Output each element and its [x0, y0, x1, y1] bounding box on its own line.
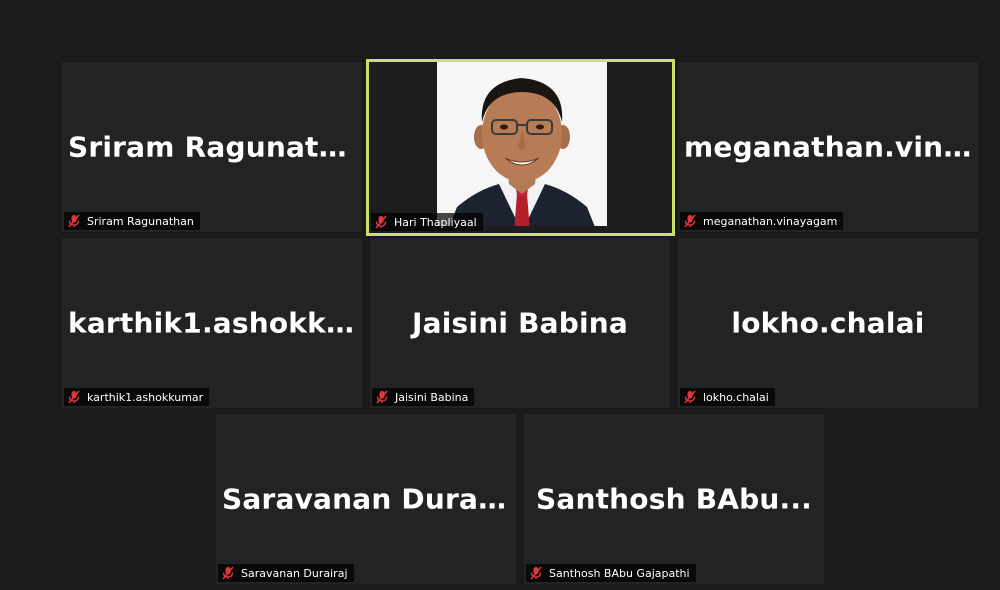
participant-name: Hari Thapliyaal: [394, 215, 477, 229]
participant-display-name: karthik1.ashokk...: [68, 306, 359, 340]
participant-video: [437, 62, 607, 226]
participant-name-label: Hari Thapliyaal: [371, 213, 483, 231]
participant-name: meganathan.vinayagam: [703, 214, 838, 228]
participant-display-name: Sriram Ragunath...: [68, 130, 362, 164]
mic-muted-icon: [68, 214, 80, 228]
mic-muted-icon: [684, 214, 696, 228]
mic-muted-icon: [68, 390, 80, 404]
participant-name-label: lokho.chalai: [680, 388, 775, 406]
participant-video-image: [437, 62, 607, 226]
participant-tile-saravanan[interactable]: Saravanan Durai... Saravanan Durairaj: [216, 414, 516, 584]
gallery-view: Sriram Ragunath... Sriram Ragunathan Har…: [0, 0, 1000, 590]
participant-name: karthik1.ashokkumar: [87, 390, 204, 404]
participant-tile-lokho[interactable]: lokho.chalai lokho.chalai: [678, 238, 978, 408]
participant-tile-jaisini[interactable]: Jaisini Babina Jaisini Babina: [370, 238, 670, 408]
participant-name: Jaisini Babina: [395, 390, 469, 404]
participant-display-name: Jaisini Babina: [412, 306, 628, 340]
participant-tile-santhosh[interactable]: Santhosh BAbu... Santhosh BAbu Gajapathi: [524, 414, 824, 584]
participant-name: Sriram Ragunathan: [87, 214, 194, 228]
participant-name: lokho.chalai: [703, 390, 769, 404]
participant-name-label: meganathan.vinayagam: [680, 212, 844, 230]
participant-name-label: Saravanan Durairaj: [218, 564, 354, 582]
participant-name-label: Jaisini Babina: [372, 388, 475, 406]
participant-name-label: Sriram Ragunathan: [64, 212, 200, 230]
participant-tile-meganathan[interactable]: meganathan.vin... meganathan.vinayagam: [678, 62, 978, 232]
participant-name: Santhosh BAbu Gajapathi: [549, 566, 690, 580]
participant-display-name: meganathan.vin...: [684, 130, 976, 164]
mic-muted-icon: [684, 390, 696, 404]
participant-tile-hari[interactable]: Hari Thapliyaal: [366, 59, 675, 236]
participant-name-label: karthik1.ashokkumar: [64, 388, 210, 406]
mic-muted-icon: [222, 566, 234, 580]
mic-muted-icon: [375, 215, 387, 229]
participant-display-name: Saravanan Durai...: [222, 482, 516, 516]
participant-display-name: Santhosh BAbu...: [536, 482, 812, 516]
participant-display-name: lokho.chalai: [731, 306, 925, 340]
mic-muted-icon: [530, 566, 542, 580]
participant-name: Saravanan Durairaj: [241, 566, 348, 580]
mic-muted-icon: [376, 390, 388, 404]
participant-tile-karthik[interactable]: karthik1.ashokk... karthik1.ashokkumar: [62, 238, 362, 408]
participant-tile-sriram[interactable]: Sriram Ragunath... Sriram Ragunathan: [62, 62, 362, 232]
participant-name-label: Santhosh BAbu Gajapathi: [526, 564, 696, 582]
